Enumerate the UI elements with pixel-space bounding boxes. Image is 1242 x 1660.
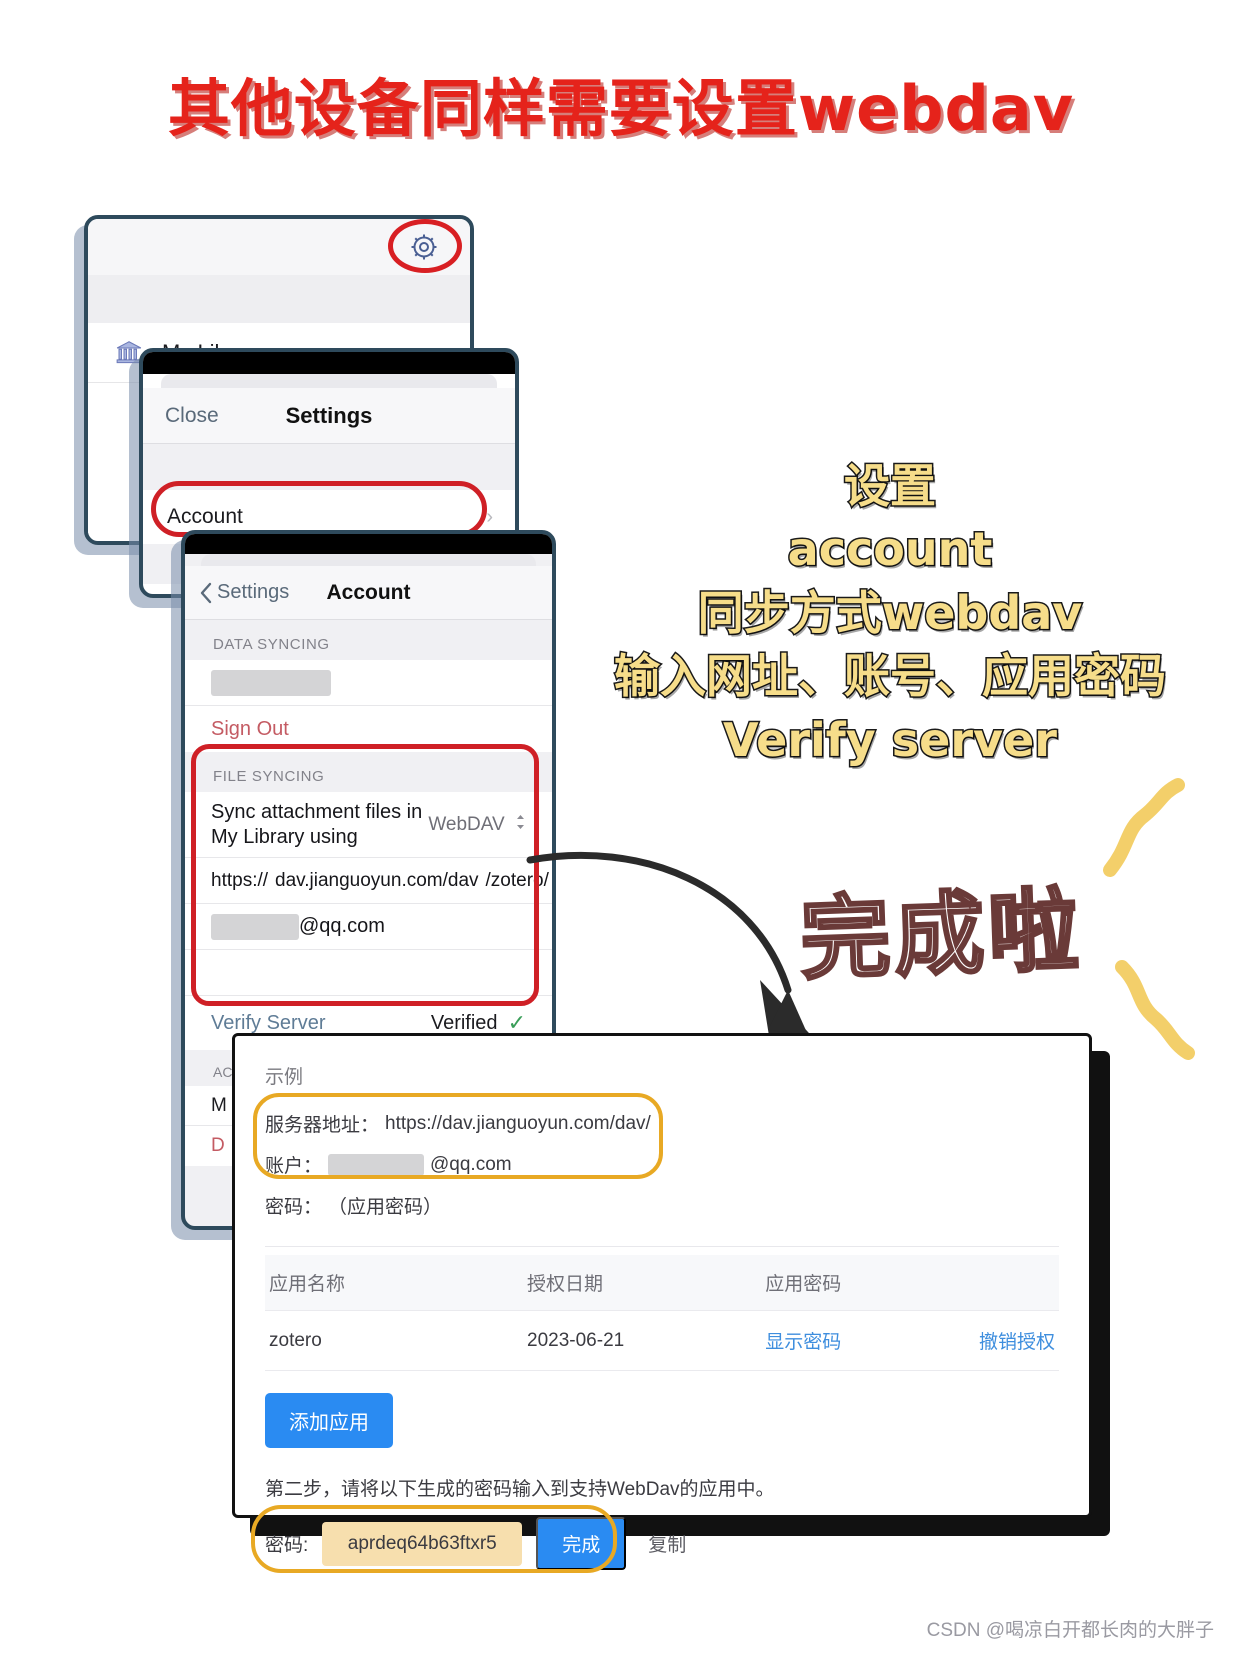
th-auth-date: 授权日期 xyxy=(527,1255,766,1311)
generated-password-field[interactable]: aprdeq64b63ftxr5 xyxy=(322,1521,523,1566)
webdav-url-row[interactable]: https:// dav.jianguoyun.com/dav /zotero/ xyxy=(185,858,552,904)
revoke-auth-link[interactable]: 撤销授权 xyxy=(963,1310,1059,1371)
url-scheme: https:// xyxy=(211,869,269,891)
show-password-link[interactable]: 显示密码 xyxy=(765,1310,964,1371)
tail-row-1-label: M xyxy=(211,1094,227,1116)
done-button[interactable]: 完成 xyxy=(536,1517,627,1570)
webdav-username-suffix: @qq.com xyxy=(299,915,385,937)
settings-spacer xyxy=(143,444,515,490)
username-row[interactable] xyxy=(185,660,552,706)
page-title: 其他设备同样需要设置webdav xyxy=(167,72,1075,145)
account-key: 账户： xyxy=(265,1156,323,1177)
gear-highlight-annotation xyxy=(388,219,462,273)
csdn-watermark: CSDN @喝凉白开都长肉的大胖子 xyxy=(926,1620,1214,1641)
updown-caret-icon xyxy=(517,814,524,829)
url-host[interactable]: dav.jianguoyun.com/dav xyxy=(275,870,479,892)
account-line: 账户： @qq.com xyxy=(265,1144,1059,1185)
webdav-password-row[interactable] xyxy=(185,950,552,996)
table-header-row: 应用名称 授权日期 应用密码 xyxy=(265,1255,1059,1311)
file-syncing-header: FILE SYNCING xyxy=(213,768,325,785)
settings-navbar: Close Settings xyxy=(143,388,515,444)
server-address-key: 服务器地址： xyxy=(265,1115,380,1136)
th-app-password: 应用密码 xyxy=(765,1255,964,1311)
redacted-account-value xyxy=(328,1153,425,1176)
example-box: 服务器地址： https://dav.jianguoyun.com/dav/ 账… xyxy=(253,1093,1059,1230)
table-row: zotero 2023-06-21 显示密码 撤销授权 xyxy=(265,1310,1059,1371)
file-syncing-group: FILE SYNCING Sync attachment files in My… xyxy=(185,744,552,1050)
close-button[interactable]: Close xyxy=(165,404,219,428)
example-title: 示例 xyxy=(265,1067,304,1088)
verify-status-label: Verified xyxy=(430,1011,498,1034)
cell-app-name: zotero xyxy=(265,1310,528,1371)
instruction-annotation: 设置 account 同步方式webdav 输入网址、账号、应用密码 Verif… xyxy=(600,455,1180,772)
account-navbar: Settings Account xyxy=(185,566,552,620)
squiggle-decoration-top xyxy=(1103,778,1185,877)
sheet-handle xyxy=(201,554,536,566)
back-to-settings-button[interactable]: Settings xyxy=(199,581,289,604)
divider xyxy=(265,1246,1059,1247)
sync-method-value-text: WebDAV xyxy=(428,813,505,835)
sheet-handle xyxy=(161,374,497,388)
generated-password-label: 密码: xyxy=(265,1535,309,1556)
add-app-button[interactable]: 添加应用 xyxy=(265,1393,393,1448)
server-address-line: 服务器地址： https://dav.jianguoyun.com/dav/ xyxy=(265,1103,1059,1144)
data-syncing-header: DATA SYNCING xyxy=(213,636,330,653)
annotation-line-3: 同步方式webdav xyxy=(696,584,1084,641)
th-app-name: 应用名称 xyxy=(265,1255,528,1311)
password-key: 密码： xyxy=(265,1197,323,1218)
cell-auth-date: 2023-06-21 xyxy=(527,1310,766,1371)
verify-server-label: Verify Server xyxy=(211,1011,326,1034)
account-value-suffix: @qq.com xyxy=(430,1153,512,1175)
redacted-webdav-username xyxy=(211,913,299,940)
device-notch xyxy=(185,534,552,554)
webdav-username-row[interactable]: @qq.com xyxy=(185,904,552,950)
squiggle-decoration-bottom xyxy=(1115,960,1195,1060)
generated-password-row: 密码: aprdeq64b63ftxr5 完成 复制 xyxy=(251,1505,1059,1573)
tail-row-2-label: D xyxy=(211,1135,225,1156)
sync-method-row[interactable]: Sync attachment files in My Library usin… xyxy=(185,792,552,858)
annotation-line-2: account xyxy=(786,521,994,578)
search-bar[interactable] xyxy=(88,275,470,323)
step2-instruction: 第二步，请将以下生成的密码输入到支持WebDav的应用中。 xyxy=(265,1479,775,1500)
status-bar xyxy=(88,219,470,275)
th-actions xyxy=(963,1255,1059,1311)
authorized-apps-table: 应用名称 授权日期 应用密码 zotero 2023-06-21 显示密码 撤销… xyxy=(265,1255,1059,1371)
password-value: （应用密码） xyxy=(328,1197,443,1218)
server-address-value: https://dav.jianguoyun.com/dav/ xyxy=(385,1112,651,1134)
annotation-line-5: Verify server xyxy=(722,711,1059,768)
chevron-left-icon xyxy=(200,582,212,603)
done-annotation: 完成啦 xyxy=(797,877,1085,995)
redacted-username xyxy=(211,669,331,696)
password-line: 密码： （应用密码） xyxy=(265,1185,1059,1226)
device-notch xyxy=(143,352,515,374)
chevron-right-icon: › xyxy=(486,505,493,528)
data-syncing-group: Sign Out xyxy=(185,660,552,752)
back-label: Settings xyxy=(217,581,290,603)
sync-method-label: Sync attachment files in My Library usin… xyxy=(211,800,423,848)
annotation-line-4: 输入网址、账号、应用密码 xyxy=(613,648,1168,705)
sign-out-row[interactable]: Sign Out xyxy=(185,706,552,752)
webdav-url: https:// dav.jianguoyun.com/dav /zotero/ xyxy=(211,870,549,892)
copy-link[interactable]: 复制 xyxy=(648,1530,686,1557)
annotation-line-1: 设置 xyxy=(843,457,938,514)
account-label: Account xyxy=(167,505,243,528)
screenshot-root: 其他设备同样需要设置webdav Close Settings Account … xyxy=(0,0,1242,1660)
jianguoyun-webdav-panel: 示例 服务器地址： https://dav.jianguoyun.com/dav… xyxy=(232,1033,1092,1573)
sign-out-label: Sign Out xyxy=(211,717,289,740)
sync-method-value[interactable]: WebDAV xyxy=(428,814,526,836)
